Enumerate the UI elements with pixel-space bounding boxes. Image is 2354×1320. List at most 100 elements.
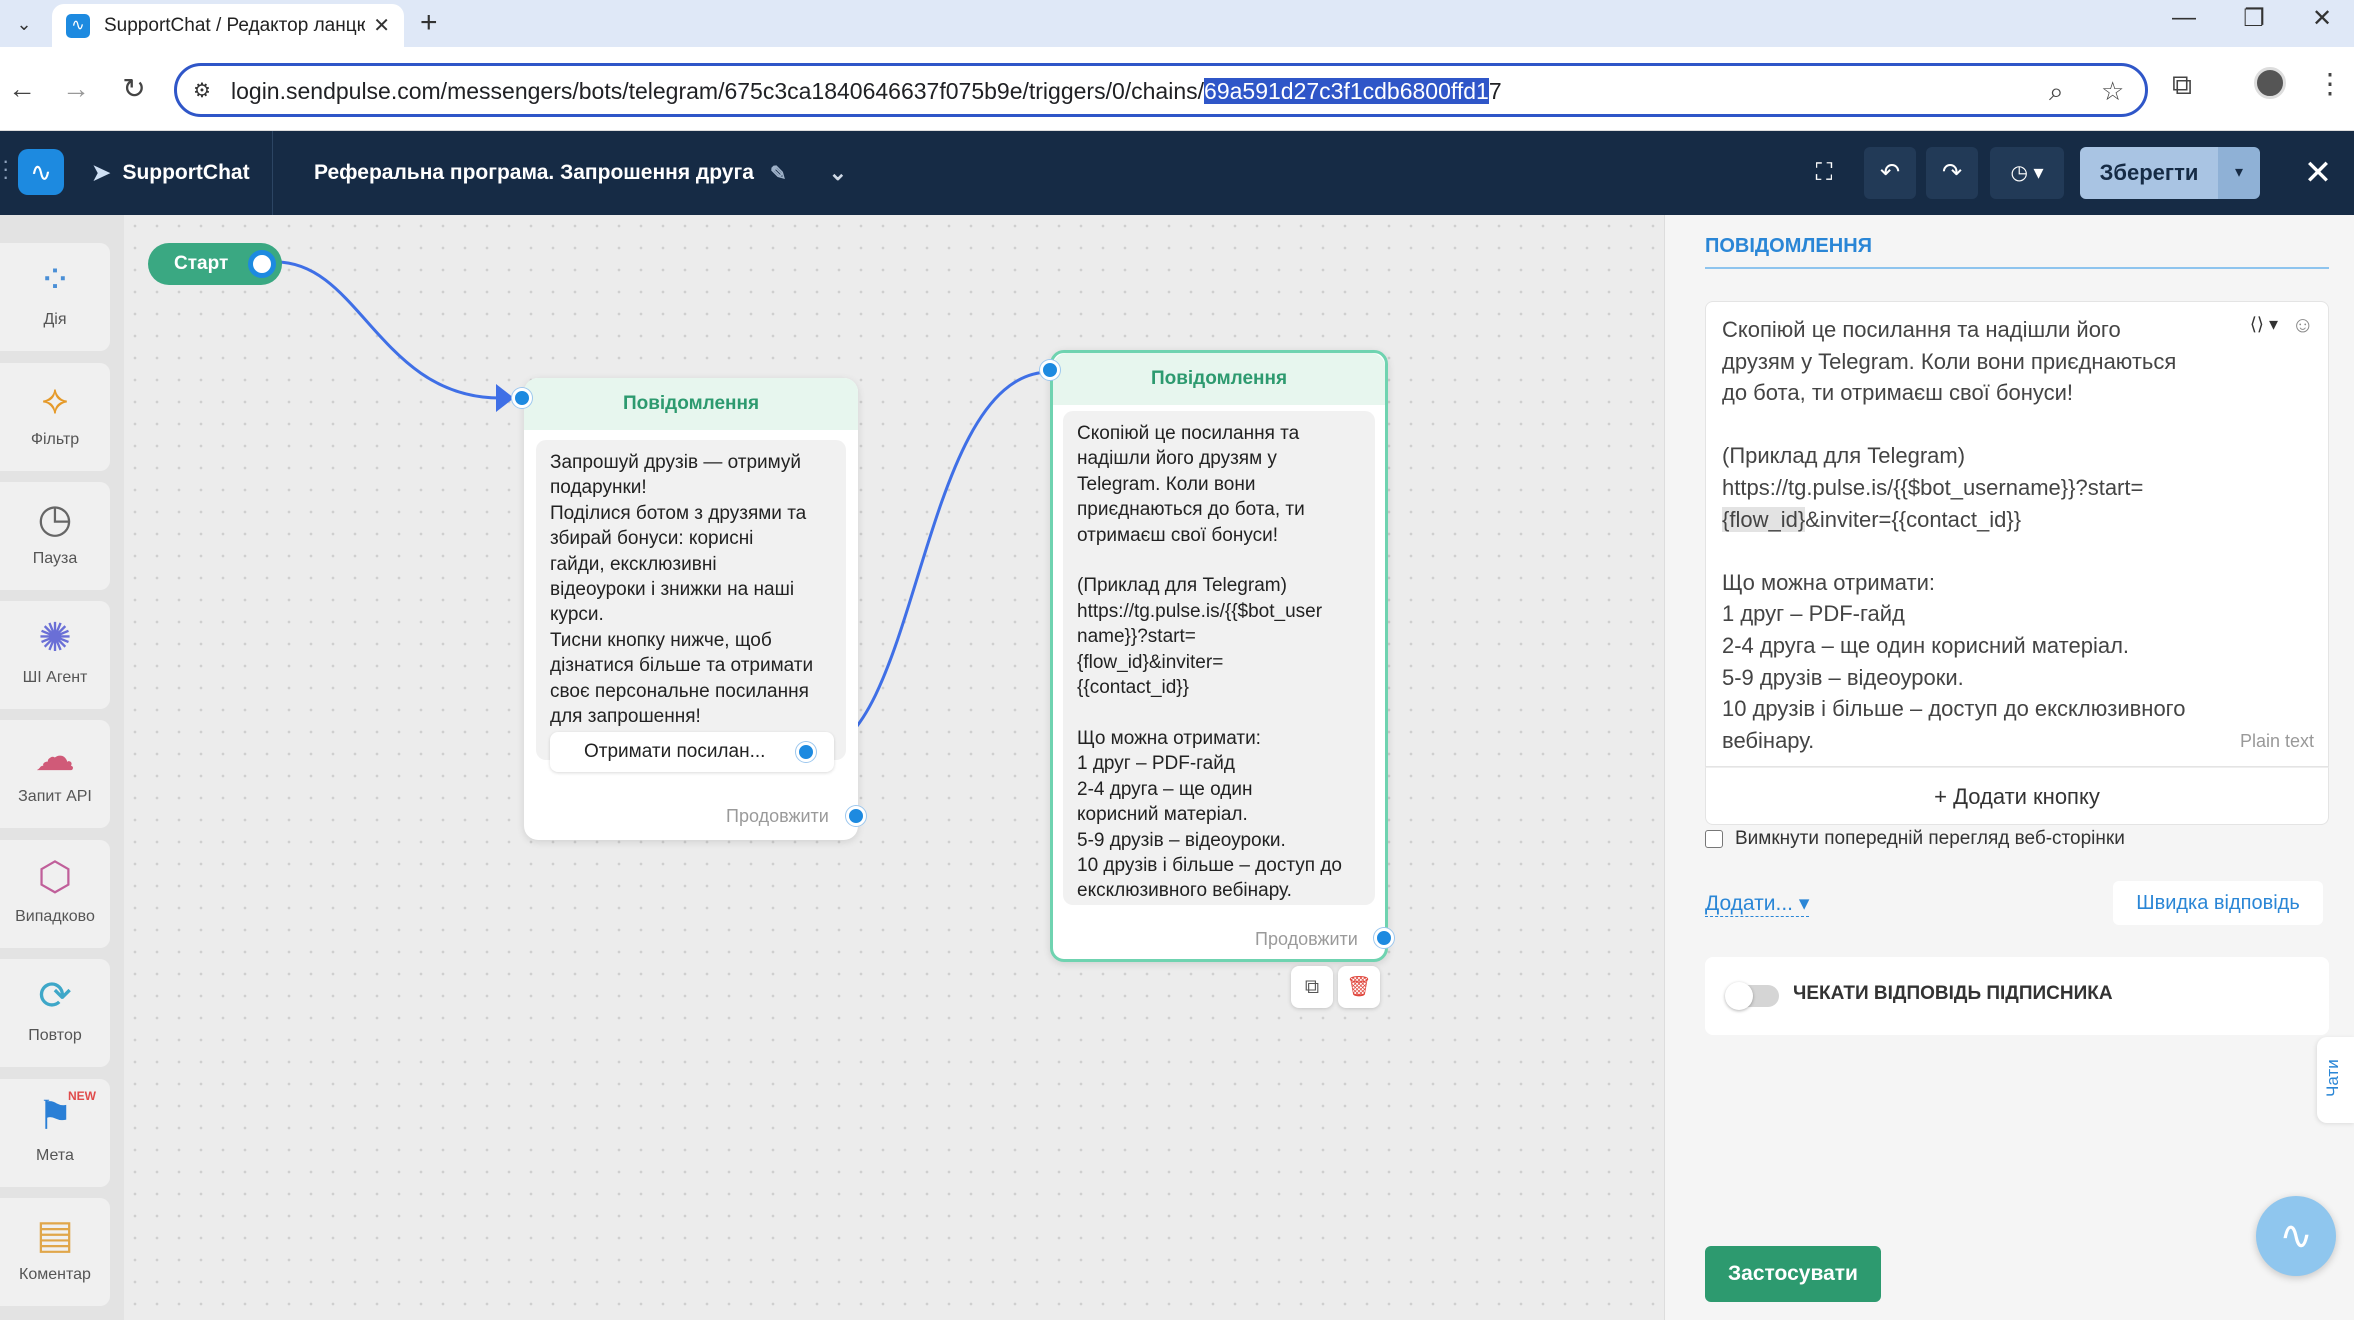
sidebar-item-repeat[interactable]: ⟳ Повтор [0,959,110,1067]
node1-continue-port[interactable] [846,806,866,826]
settings-panel: ПОВІДОМЛЕННЯ Скопіюй це посилання та над… [1664,215,2354,1320]
message-node-2[interactable]: Повідомлення Скопіюй це посилання та над… [1050,350,1388,962]
url-text: login.sendpulse.com/messengers/bots/tele… [231,78,1502,104]
node-button-label: Отримати посилан... [584,741,766,762]
quick-reply-button[interactable]: Швидка відповідь [2113,881,2323,925]
site-settings-icon[interactable]: ⚙ [193,78,211,103]
zoom-icon[interactable]: ⌕ [2049,76,2064,108]
continue-label: Продовжити [1255,929,1358,949]
save-dropdown-icon[interactable]: ▾ [2218,147,2260,199]
panel-title-underline [1705,267,2329,269]
node-title: Повідомлення [524,378,858,430]
emoji-icon[interactable]: ☺ [2292,312,2314,338]
redo-icon[interactable]: ↷ [1926,147,1978,199]
disable-preview-checkbox[interactable] [1705,830,1723,848]
sidebar-item-ai-agent[interactable]: ✺ ШІ Агент [0,601,110,709]
back-icon[interactable]: ← [4,73,40,105]
app-header: · · · ∿ ➤ SupportChat Реферальна програма. … [0,131,2354,215]
reload-icon[interactable]: ↻ [116,73,152,105]
filter-icon: ⟡ [41,378,69,422]
forward-icon[interactable]: → [58,73,94,105]
node2-input-port[interactable] [1040,360,1060,380]
message-text-area[interactable]: Скопіюй це посилання та надішли його дру… [1722,314,2242,756]
extensions-icon[interactable]: ⧉ [2172,69,2192,102]
chevron-down-icon[interactable]: ⌄ [829,160,847,186]
flow-canvas[interactable] [124,215,1664,1320]
tab-search-icon[interactable]: ⌄ [8,8,40,40]
browser-tab-active[interactable]: ∿ SupportChat / Редактор ланцю ✕ [52,4,404,47]
sidebar-item-comment[interactable]: ▤ Коментар [0,1198,110,1306]
sidebar-item-label: ШІ Агент [22,669,88,686]
sidebar-item-label: Запит API [18,788,92,805]
format-label[interactable]: Plain text [2240,731,2314,752]
sendpulse-logo-icon[interactable]: ∿ [18,149,64,195]
node-title: Повідомлення [1053,353,1385,405]
sidebar-item-label: Дія [43,311,67,328]
chats-side-tab[interactable]: Чати [2317,1037,2354,1123]
disable-preview-label: Вимкнути попередній перегляд веб-сторінк… [1735,828,2125,849]
header-divider [272,131,273,215]
support-chat-icon[interactable]: ∿ [2256,1196,2336,1276]
close-editor-icon[interactable]: ✕ [2292,147,2344,199]
apply-button[interactable]: Застосувати [1705,1246,1881,1302]
message-node-1[interactable]: Повідомлення Запрошуй друзів — отримуй п… [524,378,858,840]
bot-name[interactable]: ➤ SupportChat [92,131,250,215]
add-menu-link[interactable]: Додати... ▾ [1705,891,1810,917]
new-tab-icon[interactable]: + [420,6,438,40]
chats-tab-label: Чати [2323,1059,2342,1097]
comment-icon: ▤ [36,1213,74,1257]
sidebar-item-api-request[interactable]: ☁ Запит API [0,720,110,828]
flow-name: Реферальна програма. Запрошення друга [314,161,754,184]
map-icon[interactable]: ⛶ [1800,147,1848,199]
start-node[interactable]: Старт [148,243,282,285]
node2-continue-port[interactable] [1374,928,1394,948]
tab-close-icon[interactable]: ✕ [373,13,390,38]
sidebar-item-goal[interactable]: NEW ⚑ Мета [0,1079,110,1187]
sidebar-item-random[interactable]: ⬡ Випадково [0,840,110,948]
edit-pencil-icon[interactable]: ✎ [770,161,787,186]
clock-icon: ◷ [37,497,73,541]
wait-reply-label: ЧЕКАТИ ВІДПОВІДЬ ПІДПИСНИКА [1793,983,2113,1004]
disable-preview-row[interactable]: Вимкнути попередній перегляд веб-сторінк… [1705,828,2125,850]
ai-agent-icon: ✺ [38,616,72,660]
api-request-icon: ☁ [35,735,75,779]
variables-icon[interactable]: ⟨⟩ ▾ [2250,314,2278,335]
browser-tab-bar: ⌄ ∿ SupportChat / Редактор ланцю ✕ + — ❐… [0,0,2354,47]
url-input[interactable]: ⚙ login.sendpulse.com/messengers/bots/te… [174,63,2148,117]
start-port[interactable] [248,250,276,278]
sidebar-item-label: Мета [36,1147,74,1164]
save-button[interactable]: Зберегти [2080,147,2218,199]
wait-reply-toggle[interactable] [1725,982,1779,1010]
sendpulse-favicon-icon: ∿ [66,13,90,38]
button-output-port[interactable] [796,742,816,762]
add-button-button[interactable]: + Додати кнопку [1705,767,2329,825]
sidebar-item-pause[interactable]: ◷ Пауза [0,482,110,590]
node1-input-port[interactable] [512,388,532,408]
repeat-icon: ⟳ [38,974,72,1018]
duplicate-icon[interactable]: ⧉ [1291,966,1333,1008]
sidebar-item-action[interactable]: ⁘ Дія [0,243,110,351]
flow-title: Реферальна програма. Запрошення друга ✎ … [314,131,847,215]
tab-title: SupportChat / Редактор ланцю [104,14,366,36]
action-icon: ⁘ [38,258,72,302]
sidebar-item-label: Коментар [19,1266,91,1283]
browser-menu-icon[interactable]: ⋮ [2316,67,2344,100]
sidebar-item-label: Повтор [28,1027,82,1044]
node-button[interactable]: Отримати посилан... [550,732,834,772]
bookmark-star-icon[interactable]: ☆ [2101,76,2124,107]
undo-icon[interactable]: ↶ [1864,147,1916,199]
node-message-text: Скопіюй це посилання та надішли його дру… [1063,411,1375,905]
delete-icon[interactable]: 🗑 [1338,966,1380,1008]
sidebar-item-filter[interactable]: ⟡ Фільтр [0,363,110,471]
app-menu-icon[interactable]: · · · [2,150,9,188]
history-icon[interactable]: ◷ ▾ [1990,147,2064,199]
panel-title: ПОВІДОМЛЕННЯ [1705,235,1873,257]
profile-avatar[interactable] [2254,67,2286,99]
address-bar-row: ← → ↻ ⚙ login.sendpulse.com/messengers/b… [0,47,2354,131]
sidebar-item-label: Пауза [32,550,78,567]
message-editor[interactable]: Скопіюй це посилання та надішли його дру… [1705,301,2329,767]
new-badge: NEW [68,1089,96,1103]
restore-icon[interactable]: ❐ [2234,4,2274,33]
minimize-icon[interactable]: — [2164,4,2204,32]
window-close-icon[interactable]: ✕ [2302,4,2342,33]
